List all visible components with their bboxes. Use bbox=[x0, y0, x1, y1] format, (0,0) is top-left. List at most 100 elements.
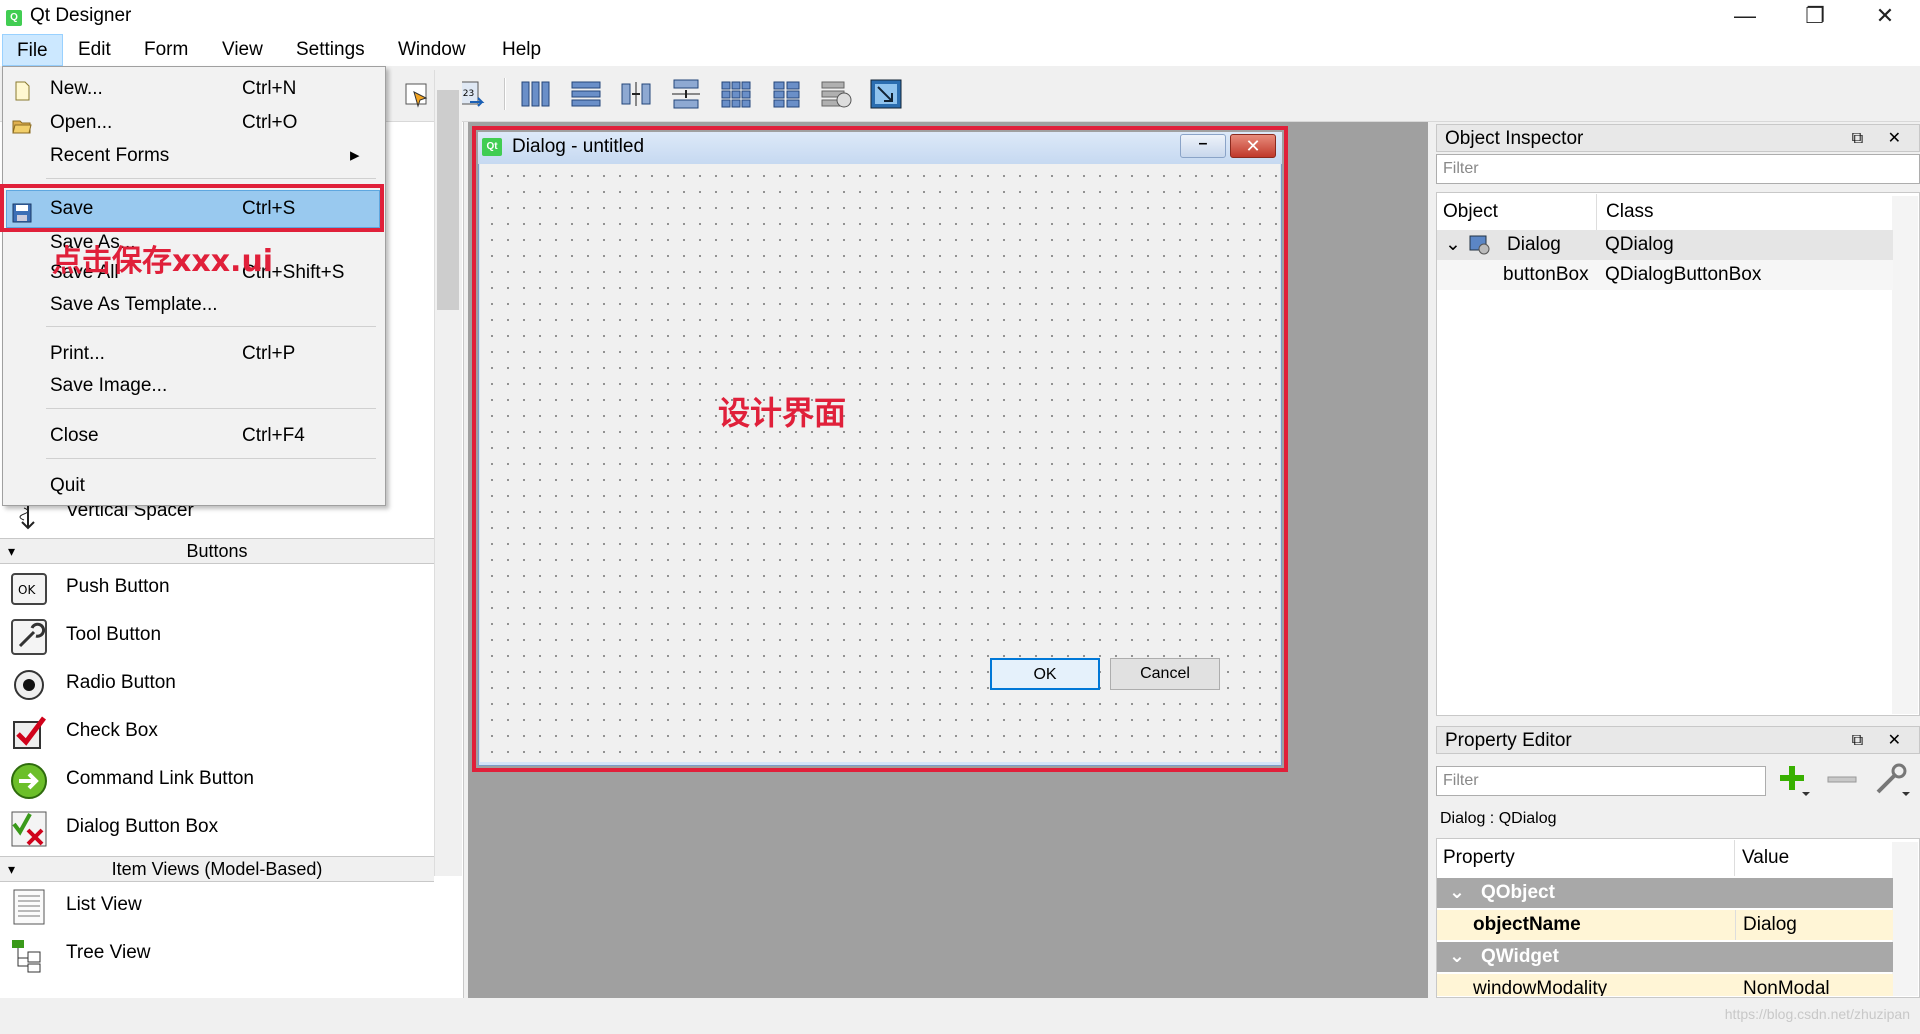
adjust-size-icon[interactable] bbox=[868, 76, 904, 112]
menu-item-save-as-template[interactable]: Save As Template... bbox=[4, 288, 378, 322]
widget-label: List View bbox=[66, 894, 142, 915]
menu-item-new[interactable]: New... Ctrl+N bbox=[4, 72, 378, 106]
menu-separator bbox=[46, 408, 376, 409]
chevron-down-icon: ⌄ bbox=[1445, 234, 1461, 255]
property-editor-filter-input[interactable]: Filter bbox=[1436, 766, 1766, 796]
property-row-objectname[interactable]: objectName Dialog bbox=[1437, 910, 1893, 940]
category-item-views[interactable]: ▾ Item Views (Model-Based) bbox=[0, 856, 434, 882]
dock-float-close-icons[interactable]: ⧉ ✕ bbox=[1852, 125, 1911, 153]
property-group-qobject[interactable]: ⌄ QObject bbox=[1437, 878, 1893, 908]
object-inspector-title-bar[interactable]: Object Inspector ⧉ ✕ bbox=[1436, 124, 1920, 152]
property-editor-context: Dialog : QDialog bbox=[1440, 810, 1557, 827]
object-inspector-filter-input[interactable]: Filter bbox=[1436, 154, 1920, 184]
object-class: QDialog bbox=[1605, 234, 1674, 255]
menu-edit[interactable]: Edit bbox=[64, 34, 125, 66]
save-annotation: 点击保存xxx.ui bbox=[52, 244, 274, 279]
column-header-property[interactable]: Property bbox=[1437, 840, 1735, 876]
menu-form[interactable]: Form bbox=[130, 34, 202, 66]
list-view-icon bbox=[10, 888, 48, 926]
menu-item-close[interactable]: Close Ctrl+F4 bbox=[4, 419, 378, 453]
edit-buddies-icon[interactable] bbox=[400, 76, 436, 112]
widget-push-button[interactable]: OK Push Button bbox=[10, 566, 430, 610]
toolbar-separator bbox=[504, 78, 506, 110]
command-link-icon bbox=[10, 762, 48, 800]
widget-list-view[interactable]: List View bbox=[10, 884, 430, 928]
menu-item-quit[interactable]: Quit bbox=[4, 469, 378, 503]
widget-check-box[interactable]: Check Box bbox=[10, 710, 430, 754]
widget-dialog-button-box[interactable]: Dialog Button Box bbox=[10, 806, 430, 850]
column-header-value[interactable]: Value bbox=[1736, 840, 1892, 876]
menu-settings[interactable]: Settings bbox=[282, 34, 379, 66]
property-editor-title-bar[interactable]: Property Editor ⧉ ✕ bbox=[1436, 726, 1920, 754]
menu-item-label: New... bbox=[50, 78, 103, 99]
window-title-bar bbox=[0, 0, 1920, 34]
menu-separator bbox=[46, 458, 376, 459]
tree-row-dialog[interactable]: ⌄ Dialog QDialog bbox=[1437, 230, 1893, 260]
widget-box-scroll-thumb[interactable] bbox=[437, 90, 459, 310]
menu-item-shortcut: Ctrl+F4 bbox=[242, 425, 305, 446]
configure-wrench-icon[interactable] bbox=[1872, 762, 1912, 798]
dialog-button-box-icon bbox=[10, 810, 48, 848]
menu-item-print[interactable]: Print... Ctrl+P bbox=[4, 337, 378, 371]
menu-item-label: Recent Forms bbox=[50, 145, 170, 166]
widget-radio-button[interactable]: Radio Button bbox=[10, 662, 430, 706]
menu-item-recent-forms[interactable]: Recent Forms ▸ bbox=[4, 139, 378, 173]
menu-file[interactable]: File bbox=[2, 34, 63, 66]
tool-button-icon bbox=[10, 618, 48, 656]
dialog-object-icon bbox=[1469, 234, 1491, 256]
open-folder-icon bbox=[12, 113, 32, 134]
category-label: Buttons bbox=[186, 541, 248, 561]
tree-row-buttonbox[interactable]: buttonBox QDialogButtonBox bbox=[1437, 260, 1893, 290]
remove-dynamic-property-icon[interactable] bbox=[1824, 762, 1860, 798]
maximize-window-button[interactable]: ❐ bbox=[1780, 0, 1850, 34]
menu-separator bbox=[46, 178, 376, 179]
column-header-object[interactable]: Object bbox=[1437, 194, 1597, 230]
layout-form-icon[interactable] bbox=[768, 76, 804, 112]
window-title: Qt Designer bbox=[30, 5, 132, 26]
layout-horizontal-icon[interactable] bbox=[518, 76, 554, 112]
widget-label: Tool Button bbox=[66, 624, 162, 645]
menu-item-shortcut: Ctrl+P bbox=[242, 343, 296, 364]
menu-bar: File Edit Form View Settings Window Help bbox=[0, 34, 1920, 66]
group-label: QWidget bbox=[1481, 946, 1559, 967]
object-inspector-title: Object Inspector bbox=[1445, 128, 1584, 149]
menu-help[interactable]: Help bbox=[488, 34, 555, 66]
layout-vertical-icon[interactable] bbox=[568, 76, 604, 112]
menu-item-open[interactable]: Open... Ctrl+O bbox=[4, 106, 378, 140]
widget-label: Tree View bbox=[66, 942, 151, 963]
property-row-windowmodality[interactable]: windowModality NonModal bbox=[1437, 974, 1893, 996]
dock-float-close-icons[interactable]: ⧉ ✕ bbox=[1852, 727, 1911, 755]
add-dynamic-property-icon[interactable] bbox=[1774, 762, 1810, 798]
column-header-class[interactable]: Class bbox=[1598, 194, 1892, 230]
property-value[interactable]: NonModal bbox=[1743, 974, 1830, 996]
widget-label: Check Box bbox=[66, 720, 158, 741]
menu-item-save-image[interactable]: Save Image... bbox=[4, 369, 378, 403]
property-name: objectName bbox=[1473, 914, 1581, 935]
widget-tool-button[interactable]: Tool Button bbox=[10, 614, 430, 658]
minimize-window-button[interactable]: — bbox=[1710, 0, 1780, 34]
property-group-qwidget[interactable]: ⌄ QWidget bbox=[1437, 942, 1893, 972]
menu-view[interactable]: View bbox=[208, 34, 277, 66]
category-buttons[interactable]: ▾ Buttons bbox=[0, 538, 434, 564]
chevron-down-icon: ▾ bbox=[8, 543, 16, 559]
column-divider bbox=[1735, 910, 1736, 940]
layout-vertical-splitter-icon[interactable] bbox=[668, 76, 704, 112]
widget-tree-view[interactable]: Tree View bbox=[10, 932, 430, 976]
property-value[interactable]: Dialog bbox=[1743, 910, 1797, 940]
break-layout-icon[interactable] bbox=[818, 76, 854, 112]
status-bar bbox=[0, 998, 1920, 1034]
layout-horizontal-splitter-icon[interactable] bbox=[618, 76, 654, 112]
menu-window[interactable]: Window bbox=[384, 34, 480, 66]
object-class: QDialogButtonBox bbox=[1605, 264, 1762, 285]
layout-grid-icon[interactable] bbox=[718, 76, 754, 112]
object-inspector-scrollbar[interactable] bbox=[1892, 196, 1918, 714]
object-name: buttonBox bbox=[1503, 264, 1589, 285]
property-name: windowModality bbox=[1473, 978, 1608, 996]
save-highlight-box bbox=[0, 184, 384, 232]
chevron-down-icon: ⌄ bbox=[1449, 946, 1465, 967]
submenu-arrow-icon: ▸ bbox=[350, 145, 360, 166]
widget-command-link-button[interactable]: Command Link Button bbox=[10, 758, 430, 802]
chevron-down-icon: ⌄ bbox=[1449, 882, 1465, 903]
close-window-button[interactable]: ✕ bbox=[1850, 0, 1920, 34]
property-editor-scrollbar[interactable] bbox=[1892, 842, 1918, 996]
